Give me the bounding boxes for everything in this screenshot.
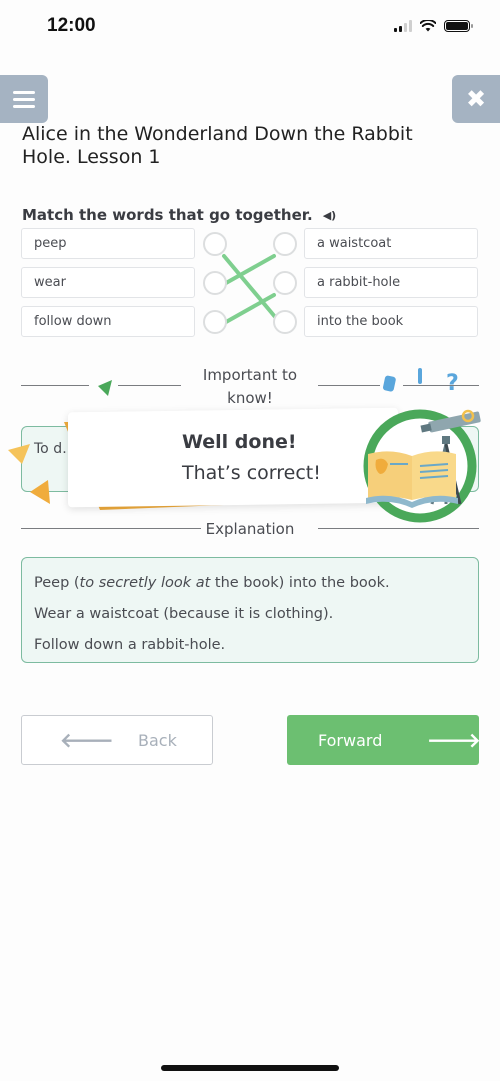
divider-line xyxy=(118,385,181,386)
arrow-left-icon: 🡐 xyxy=(60,728,114,752)
back-button[interactable]: 🡐 Back xyxy=(21,715,213,765)
lesson-title: Alice in the Wonderland Down the Rabbit … xyxy=(22,123,413,168)
right-connector-1[interactable] xyxy=(273,232,297,256)
close-button[interactable]: ✖ xyxy=(452,75,500,123)
status-time: 12:00 xyxy=(47,15,96,36)
feedback-subtitle: That’s correct! xyxy=(182,462,321,484)
left-connector-3[interactable] xyxy=(203,310,227,334)
menu-button[interactable] xyxy=(0,75,48,123)
right-connector-2[interactable] xyxy=(273,271,297,295)
explanation-line-2: Wear a waistcoat (because it is clothing… xyxy=(34,606,334,622)
close-icon: ✖ xyxy=(465,85,487,113)
confetti-triangle-icon xyxy=(98,380,112,396)
hamburger-menu-icon xyxy=(13,87,35,112)
divider-line xyxy=(21,385,89,386)
confetti-icon: ? xyxy=(383,368,459,396)
forward-label: Forward xyxy=(318,730,383,750)
explanation-line-3: Follow down a rabbit-hole. xyxy=(34,637,226,653)
instruction-text: Match the words that go together. xyxy=(22,206,313,224)
signal-icon xyxy=(394,20,412,32)
telescope-book-illustration-icon xyxy=(363,409,481,523)
left-connector-1[interactable] xyxy=(203,232,227,256)
back-label: Back xyxy=(138,730,177,750)
svg-text:?: ? xyxy=(446,371,459,396)
explanation-line-1: Peep (to secretly look at the book) into… xyxy=(34,575,390,591)
feedback-title: Well done! xyxy=(182,431,297,453)
feedback-card xyxy=(68,407,398,508)
battery-icon xyxy=(444,20,473,32)
arrow-right-icon: 🡒 xyxy=(427,728,481,752)
forward-button[interactable]: Forward 🡒 xyxy=(287,715,481,765)
feedback-popup[interactable]: Well done! That’s correct! xyxy=(0,400,500,540)
match-lines xyxy=(222,254,278,324)
matching-exercise: peep wear follow down a waistcoat a rabb… xyxy=(0,226,500,341)
left-connector-2[interactable] xyxy=(203,271,227,295)
speaker-icon[interactable]: ◀︎) xyxy=(323,209,337,222)
wifi-icon xyxy=(420,20,436,32)
home-indicator xyxy=(161,1065,339,1071)
status-icons xyxy=(394,20,473,32)
divider-line xyxy=(318,385,380,386)
right-connector-3[interactable] xyxy=(273,310,297,334)
exercise-instruction: Match the words that go together. ◀︎) xyxy=(22,206,336,224)
explanation-box: Peep (to secretly look at the book) into… xyxy=(21,557,479,663)
status-bar: 12:00 xyxy=(0,0,500,56)
